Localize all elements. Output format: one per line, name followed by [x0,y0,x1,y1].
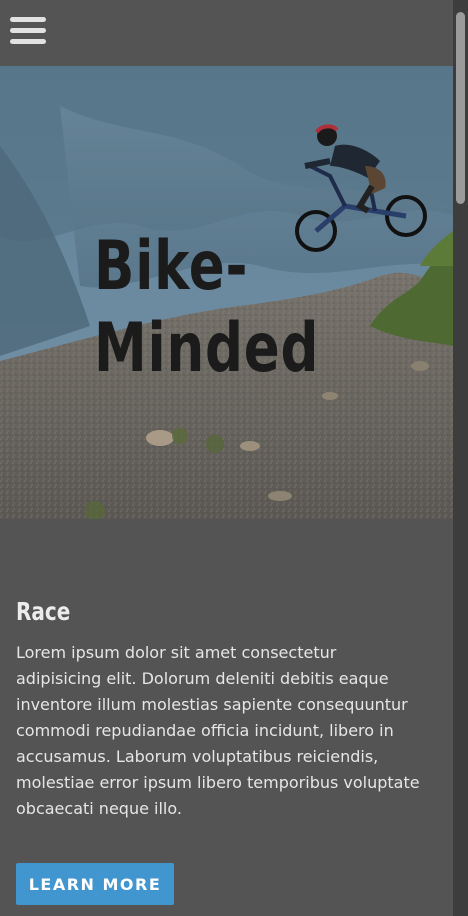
section-body-text: Lorem ipsum dolor sit amet consectetur a… [16,643,420,818]
scrollbar-thumb[interactable] [456,12,465,204]
page: Bike- Minded Race Lorem ipsum dolor sit a… [0,0,468,916]
menu-bar-line [10,28,46,33]
learn-more-button[interactable]: LEARN MORE [16,863,174,905]
hero-title-line2: Minded [94,309,320,388]
section-heading: Race [16,597,71,626]
hero-banner: Bike- Minded [0,66,453,519]
top-nav-bar [0,0,453,66]
vertical-scrollbar[interactable] [453,0,468,916]
race-section: Race Lorem ipsum dolor sit amet consecte… [16,596,426,822]
hero-title-line1: Bike- [94,227,249,306]
menu-bar-line [10,39,46,44]
menu-bar-line [10,17,46,22]
hamburger-menu-icon[interactable] [10,17,46,45]
hero-title: Bike- Minded [94,226,319,390]
